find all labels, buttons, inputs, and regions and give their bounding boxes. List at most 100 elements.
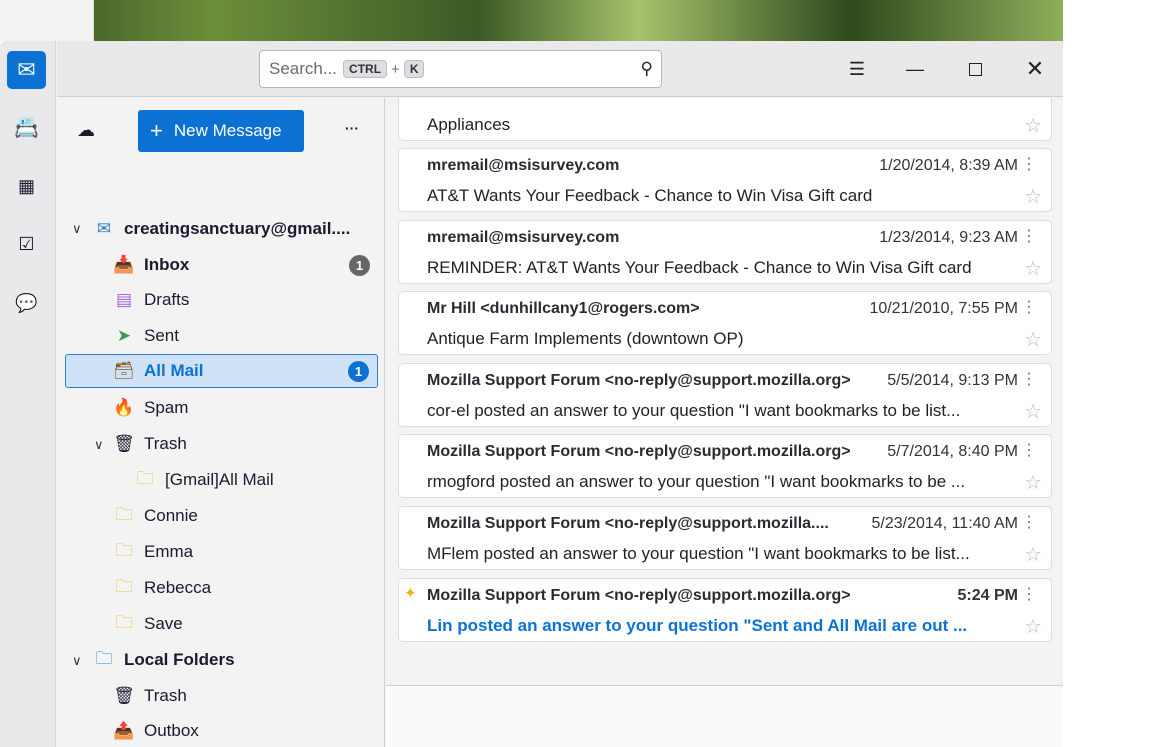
message-sender: mremail@msisurvey.com — [427, 157, 620, 174]
more-options-icon[interactable]: ⋮ — [1021, 440, 1037, 460]
tasks-button[interactable]: ☑ — [7, 225, 46, 263]
message-sender: Mozilla Support Forum <no-reply@support.… — [427, 587, 851, 604]
star-icon[interactable]: ☆ — [1024, 256, 1042, 281]
maximize-button[interactable] — [960, 55, 990, 83]
more-options-icon[interactable]: ⋮ — [1021, 226, 1037, 246]
folder-icon: 🗀 — [115, 504, 133, 524]
folder-emma[interactable]: 🗀 Emma — [113, 535, 378, 569]
unread-badge: 1 — [348, 360, 369, 382]
folder-local-trash[interactable]: 🗑 Trash — [113, 679, 378, 713]
app-menu-button[interactable]: ☰ — [842, 55, 872, 83]
more-options-icon[interactable]: ⋮ — [1021, 154, 1037, 174]
search-input[interactable]: Search... CTRL + K ⚲ — [259, 50, 662, 88]
message-subject: cor-el posted an answer to your question… — [427, 401, 961, 420]
account-name: creatingsanctuary@gmail.... — [124, 219, 351, 238]
account-row[interactable]: ✉ creatingsanctuary@gmail.... — [93, 212, 383, 246]
folder-label: Trash — [144, 686, 187, 705]
close-icon: ✕ — [1025, 56, 1045, 81]
folder-connie[interactable]: 🗀 Connie — [113, 499, 378, 533]
message-card[interactable]: Mozilla Support Forum <no-reply@support.… — [398, 363, 1052, 427]
maximize-icon — [968, 62, 982, 76]
message-card[interactable]: mremail@msisurvey.com 1/20/2014, 8:39 AM ⋮… — [398, 148, 1052, 212]
message-date: 5/23/2014, 11:40 AM — [871, 515, 1018, 532]
calendar-icon: ▦ — [17, 175, 35, 196]
address-book-button[interactable]: 📇 — [7, 108, 46, 146]
chat-icon: 💬 — [15, 292, 38, 313]
message-date: 1/23/2014, 9:23 AM — [879, 229, 1018, 246]
message-card[interactable]: Mr Hill <dunhillcany1@rogers.com> 10/21/2… — [398, 291, 1052, 355]
star-icon[interactable]: ☆ — [1024, 113, 1042, 138]
folder-icon: 🗀 — [136, 468, 154, 488]
more-options-icon[interactable]: ⋮ — [1021, 512, 1037, 532]
chevron-down-icon[interactable]: ∨ — [72, 221, 82, 237]
message-card[interactable]: mremail@msisurvey.com 1/23/2014, 9:23 AM ⋮… — [398, 220, 1052, 284]
folder-label: [Gmail]All Mail — [165, 470, 274, 489]
folder-label: Rebecca — [144, 578, 212, 597]
local-folders-row[interactable]: 🗀 Local Folders — [93, 643, 378, 677]
more-options-icon[interactable]: ⋮ — [1021, 584, 1037, 604]
folder-icon: 🗀 — [115, 612, 133, 632]
get-messages-button[interactable]: ☁ — [77, 120, 95, 141]
cloud-download-icon: ☁ — [77, 120, 95, 140]
star-icon[interactable]: ☆ — [1024, 614, 1042, 639]
folder-outbox[interactable]: 📤 Outbox — [113, 714, 378, 747]
message-subject: Antique Farm Implements (downtown OP) — [427, 329, 744, 348]
chevron-down-icon[interactable]: ∨ — [72, 653, 82, 669]
chat-button[interactable]: 💬 — [7, 284, 46, 322]
folder-drafts[interactable]: ▤ Drafts — [113, 283, 378, 317]
mail-space-button[interactable]: ✉ — [7, 51, 46, 89]
trash-icon: 🗑 — [113, 434, 135, 453]
folder-gmail-all-mail[interactable]: 🗀 [Gmail]All Mail — [134, 463, 378, 497]
star-icon[interactable]: ☆ — [1024, 184, 1042, 209]
message-sender: Mr Hill <dunhillcany1@rogers.com> — [427, 300, 700, 317]
desktop-background — [0, 0, 1063, 41]
message-date: 5:24 PM — [957, 587, 1018, 604]
message-list: Appliances ☆ mremail@msisurvey.com 1/20/20… — [386, 98, 1063, 747]
archive-icon: 🗃 — [113, 361, 135, 380]
star-icon[interactable]: ☆ — [1024, 470, 1042, 495]
message-sender: Mozilla Support Forum <no-reply@support.… — [427, 515, 829, 532]
calendar-button[interactable]: ▦ — [7, 167, 46, 205]
folder-icon: 🗀 — [115, 540, 133, 560]
message-card[interactable]: Mozilla Support Forum <no-reply@support.… — [398, 506, 1052, 570]
folder-trash[interactable]: 🗑 Trash — [113, 427, 378, 461]
message-subject: Lin posted an answer to your question "S… — [427, 616, 968, 635]
folder-pane: ☁ + New Message ··· ∨ ✉ creatingsanctuary@… — [57, 98, 385, 747]
message-sender: Mozilla Support Forum <no-reply@support.… — [427, 443, 851, 460]
message-date: 1/20/2014, 8:39 AM — [879, 157, 1018, 174]
shortcut-key: CTRL — [343, 60, 388, 78]
thunderbird-window: ✉ 📇 ▦ ☑ 💬 Search... CTRL + K ⚲ ☰ — ✕ ☁ +… — [0, 41, 1063, 747]
folder-label: Spam — [144, 398, 189, 417]
trash-icon: 🗑 — [113, 686, 135, 705]
folder-sent[interactable]: ➤ Sent — [113, 319, 378, 353]
chevron-down-icon[interactable]: ∨ — [94, 437, 104, 453]
folder-rebecca[interactable]: 🗀 Rebecca — [113, 571, 378, 605]
more-options-icon[interactable]: ⋮ — [1021, 369, 1037, 389]
minimize-button[interactable]: — — [900, 55, 930, 83]
folder-all-mail[interactable]: 🗃 All Mail 1 — [65, 354, 378, 388]
message-date: 5/7/2014, 8:40 PM — [887, 443, 1018, 460]
inbox-icon: 📥 — [113, 255, 135, 274]
message-card[interactable]: Appliances ☆ — [398, 98, 1052, 141]
message-card-unread[interactable]: ✦ Mozilla Support Forum <no-reply@support… — [398, 578, 1052, 642]
folder-save[interactable]: 🗀 Save — [113, 607, 378, 641]
folder-spam[interactable]: 🔥 Spam — [113, 391, 378, 425]
folder-inbox[interactable]: 📥 Inbox 1 — [113, 248, 378, 282]
folder-label: Save — [144, 614, 183, 633]
folder-icon: 🗀 — [115, 576, 133, 596]
search-icon[interactable]: ⚲ — [641, 59, 653, 79]
star-icon[interactable]: ☆ — [1024, 399, 1042, 424]
more-options-icon[interactable]: ⋮ — [1021, 297, 1037, 317]
star-icon[interactable]: ☆ — [1024, 327, 1042, 352]
plus-icon: + — [150, 118, 163, 143]
new-message-button[interactable]: + New Message — [138, 110, 304, 152]
folder-label: Trash — [144, 434, 187, 453]
folder-pane-menu-button[interactable]: ··· — [345, 120, 359, 136]
close-button[interactable]: ✕ — [1020, 55, 1050, 83]
star-icon[interactable]: ☆ — [1024, 542, 1042, 567]
message-subject: rmogford posted an answer to your questi… — [427, 472, 966, 491]
local-folders-icon: 🗀 — [95, 648, 113, 668]
message-card[interactable]: Mozilla Support Forum <no-reply@support.… — [398, 434, 1052, 498]
address-book-icon: 📇 — [14, 116, 39, 139]
drafts-icon: ▤ — [115, 290, 133, 309]
